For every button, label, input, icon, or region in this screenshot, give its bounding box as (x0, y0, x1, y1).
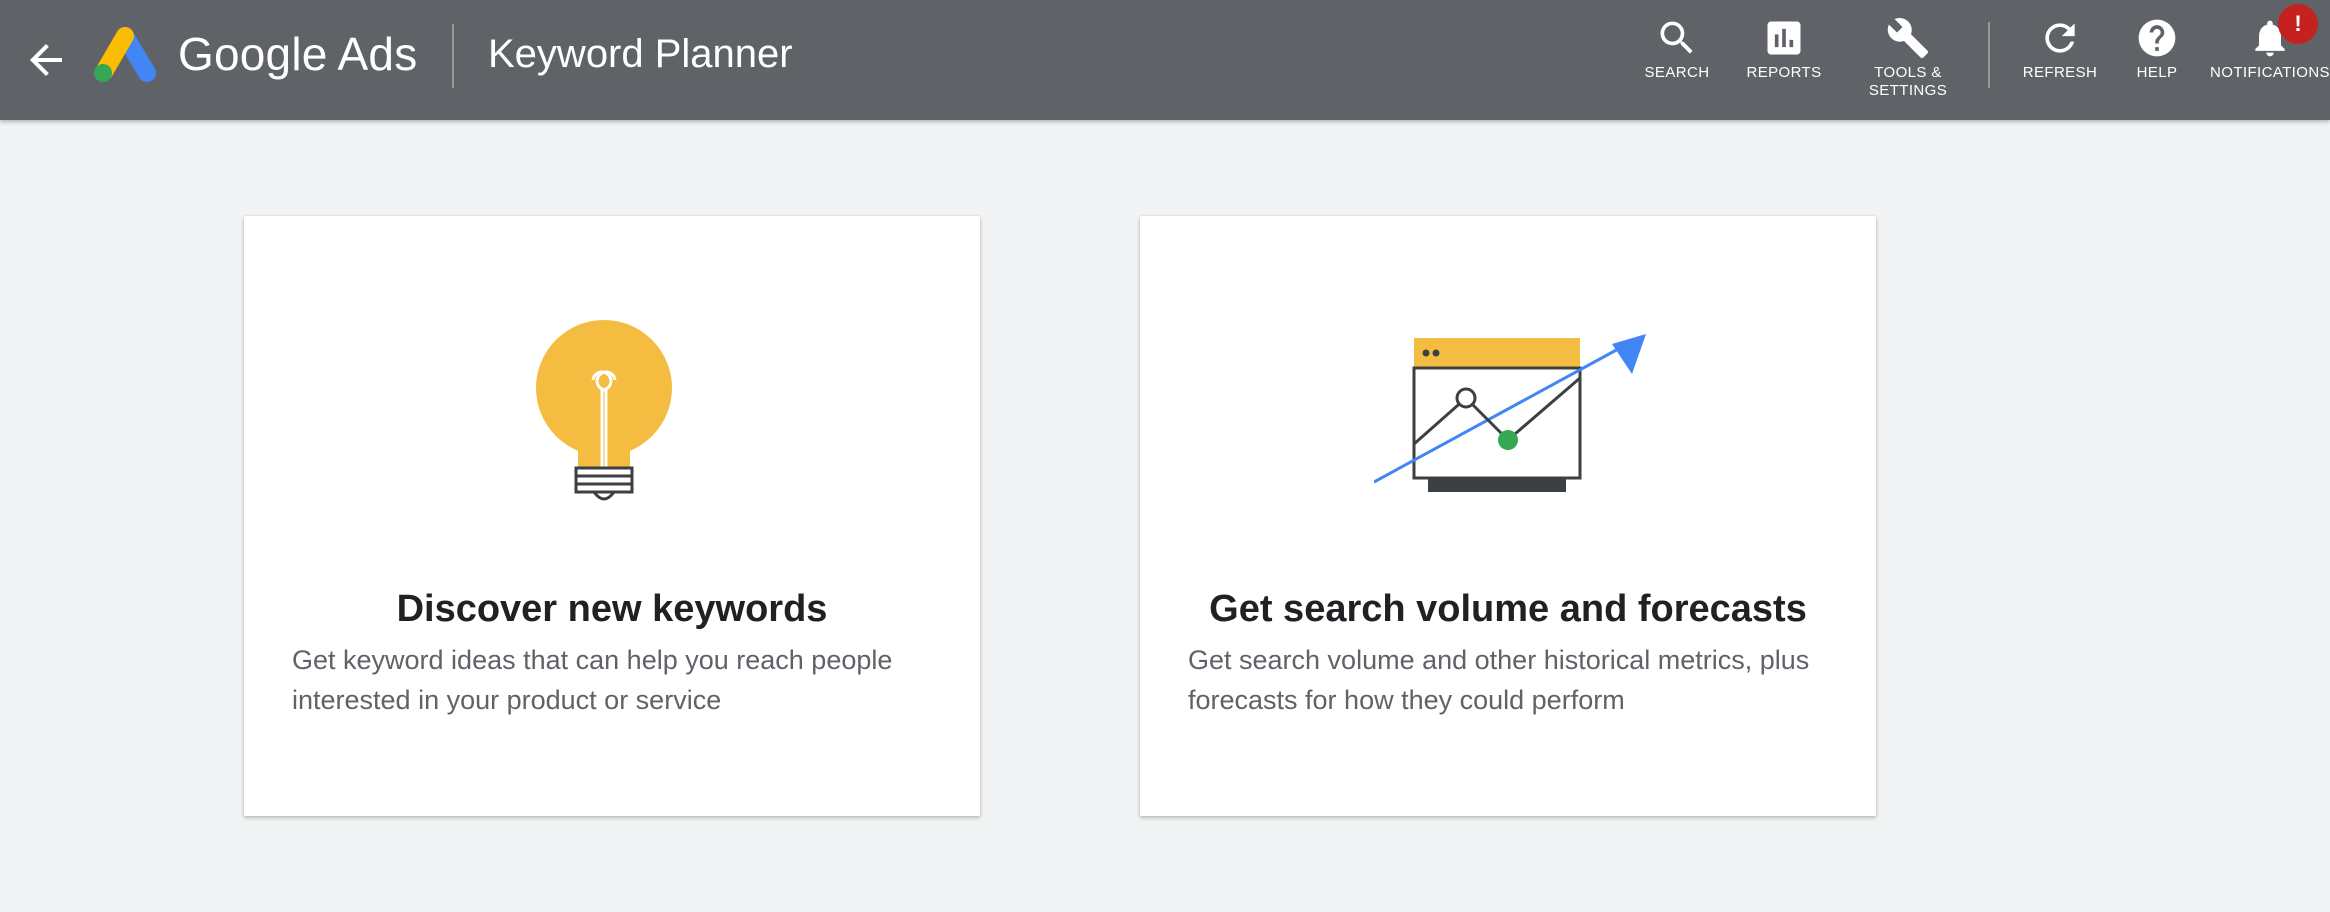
help-button[interactable]: HELP (2130, 16, 2184, 82)
brand-ads: Ads (337, 28, 418, 80)
search-button[interactable]: SEARCH (1640, 16, 1714, 82)
search-icon (1660, 21, 1693, 54)
google-ads-logo-icon (94, 27, 156, 82)
help-label: HELP (2136, 64, 2178, 81)
refresh-label: REFRESH (2022, 64, 2098, 81)
brand-name: Google Ads (178, 27, 417, 81)
help-icon (2138, 19, 2176, 57)
reports-button[interactable]: REPORTS (1744, 16, 1824, 82)
card-title: Get search volume and forecasts (1209, 588, 1807, 630)
reports-icon (1767, 21, 1801, 55)
lightbulb-icon (536, 320, 672, 501)
page-title: Keyword Planner (488, 32, 793, 76)
search-volume-forecasts-card[interactable]: Get search volume and forecasts Get sear… (1140, 216, 1876, 816)
top-app-bar: Google Ads Keyword Planner SEARCH REPORTS… (0, 0, 2330, 120)
tools-settings-label: TOOLS & SETTINGS (1868, 64, 1948, 99)
reports-label: REPORTS (1746, 64, 1822, 81)
search-label: SEARCH (1644, 64, 1710, 81)
refresh-button[interactable]: REFRESH (2016, 16, 2104, 82)
refresh-icon (2045, 23, 2075, 53)
tools-settings-button[interactable]: TOOLS & SETTINGS (1856, 16, 1960, 100)
card-description: Get keyword ideas that can help you reac… (292, 645, 893, 715)
wrench-icon (1887, 18, 1929, 59)
notification-badge: ! (2278, 4, 2318, 44)
toolbar-divider (1988, 22, 1990, 88)
card-title: Discover new keywords (396, 588, 828, 630)
card-description: Get search volume and other historical m… (1188, 645, 1810, 715)
back-arrow-icon[interactable] (22, 36, 70, 84)
discover-keywords-card[interactable]: Discover new keywords Get keyword ideas … (244, 216, 980, 816)
brand-google: Google (178, 28, 328, 80)
header-divider (452, 24, 454, 88)
notifications-label: NOTIFICATIONS (2210, 64, 2330, 81)
trend-chart-icon (1374, 334, 1646, 492)
